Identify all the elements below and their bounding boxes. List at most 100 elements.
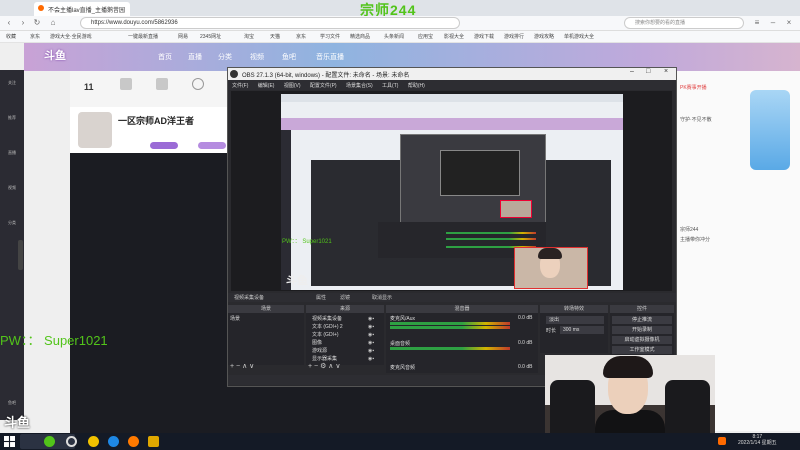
clock-icon[interactable] xyxy=(192,78,204,90)
scene-add-remove-icon[interactable]: + − ∧ ∨ xyxy=(230,362,254,370)
sidebar-scroll-handle[interactable] xyxy=(18,240,23,270)
bookmark-item[interactable]: 游戏下载 xyxy=(474,33,494,40)
sidebar-item-video[interactable]: 视频 xyxy=(3,185,21,199)
stop-streaming-button[interactable]: 停止推流 xyxy=(612,316,672,324)
bookmark-item[interactable]: 游戏排行 xyxy=(504,33,524,40)
mixer-dock-header: 混音器 xyxy=(386,305,538,313)
anchor-name[interactable]: 一区宗师AD洋王者 xyxy=(118,114,194,127)
source-item[interactable]: 视频采集设备 xyxy=(312,315,342,322)
filters-button[interactable]: 滤镜 xyxy=(340,294,350,301)
info-count: 11 xyxy=(84,82,94,92)
sources-dock-header: 来源 xyxy=(306,305,384,313)
bookmark-item[interactable]: 淘宝 xyxy=(244,33,254,40)
obs-menu-help[interactable]: 帮助(H) xyxy=(408,83,425,89)
obs-menu-profile[interactable]: 配置文件(P) xyxy=(310,83,337,89)
bookmark-item[interactable]: 京东 xyxy=(30,33,40,40)
avatar[interactable] xyxy=(78,112,112,148)
controls-dock-header: 控件 xyxy=(610,305,674,313)
mixer-track-label: 麦克风/Aux xyxy=(390,316,416,322)
source-item[interactable]: 文本 (GDI+) xyxy=(312,331,339,338)
obs-maximize-icon[interactable]: □ xyxy=(646,68,650,75)
app-icon[interactable] xyxy=(128,436,139,447)
edge-icon[interactable] xyxy=(108,436,119,447)
nav-live[interactable]: 直播 xyxy=(188,52,202,62)
duration-label: 时长 xyxy=(546,328,557,334)
douyu-logo[interactable]: 斗鱼 xyxy=(44,47,66,63)
minimize-icon[interactable]: – xyxy=(768,18,778,28)
refresh-icon[interactable]: ↻ xyxy=(32,18,42,28)
bookmark-item[interactable]: 游戏攻略 xyxy=(534,33,554,40)
source-add-remove-icon[interactable]: + − ⚙ ∧ ∨ xyxy=(308,362,340,370)
bookmark-item[interactable]: 精选商品 xyxy=(350,33,370,40)
home-icon[interactable]: ⌂ xyxy=(48,18,58,28)
bookmark-item[interactable]: 头条新闻 xyxy=(384,33,404,40)
bookmark-item[interactable]: 一键最新直播 xyxy=(128,33,158,40)
audio-meter xyxy=(390,347,510,350)
screen: 不会主播lav直播_主播鹅昔园 宗师244 ‹ › ↻ ⌂ https://ww… xyxy=(0,0,800,450)
eye-lock-icons[interactable]: ◉▪ ◉▪ ◉▪ ◉▪ ◉▪ ◉▪ xyxy=(368,315,374,363)
back-icon[interactable]: ‹ xyxy=(4,18,14,28)
sidebar-item-category[interactable]: 分类 xyxy=(3,220,21,234)
bookmark-item[interactable]: 网易 xyxy=(178,33,188,40)
properties-button[interactable]: 属性 xyxy=(316,294,326,301)
nav-music[interactable]: 音乐直播 xyxy=(316,52,344,62)
duration-input[interactable]: 300 ms xyxy=(560,326,604,334)
sidebar-item-recommend[interactable]: 推荐 xyxy=(3,115,21,129)
address-bar[interactable]: https://www.douyu.com/5862936 xyxy=(80,17,460,29)
browser-search-input[interactable]: 搜索你想要的看的直播 xyxy=(624,17,744,29)
event-banner[interactable] xyxy=(750,90,790,170)
folder-icon[interactable] xyxy=(148,436,159,447)
close-icon[interactable]: × xyxy=(784,18,794,28)
nested-obs-preview xyxy=(440,150,520,196)
obs-menu-scene-collection[interactable]: 场景集合(S) xyxy=(346,83,373,89)
transition-select[interactable]: 淡出 xyxy=(546,316,604,324)
obs-minimize-icon[interactable]: – xyxy=(630,68,634,75)
bookmark-item[interactable]: 应用宝 xyxy=(418,33,433,40)
scene-item[interactable]: 场景 xyxy=(230,315,240,322)
obs-menu-tools[interactable]: 工具(T) xyxy=(382,83,398,89)
bookmark-item[interactable]: 单机游戏大全 xyxy=(564,33,594,40)
bookmark-item[interactable]: 游戏大全·全民游戏 xyxy=(50,33,92,40)
right-text: PK赛事开播 xyxy=(680,85,707,91)
taskbar-clock[interactable]: 8:17 2022/1/14 星期五 xyxy=(738,434,777,446)
start-recording-button[interactable]: 开始录制 xyxy=(612,326,672,334)
forward-icon[interactable]: › xyxy=(18,18,28,28)
bookmark-item[interactable]: 天猫 xyxy=(270,33,280,40)
menu-icon[interactable]: ≡ xyxy=(752,18,762,28)
bookmark-item[interactable]: 学习文件 xyxy=(320,33,340,40)
task-icon[interactable] xyxy=(156,78,168,90)
browser-tab[interactable]: 不会主播lav直播_主播鹅昔园 xyxy=(34,2,130,16)
tray-icon[interactable] xyxy=(718,437,726,445)
bookmark-item[interactable]: 收藏 xyxy=(6,33,16,40)
browser-app-icon[interactable] xyxy=(88,436,99,447)
obs-menu-file[interactable]: 文件(F) xyxy=(232,83,248,89)
windows-start-icon[interactable] xyxy=(4,436,15,447)
nav-home[interactable]: 首页 xyxy=(158,52,172,62)
obs-close-icon[interactable]: × xyxy=(664,68,668,75)
nav-video[interactable]: 视频 xyxy=(250,52,264,62)
bookmark-item[interactable]: 京东 xyxy=(296,33,306,40)
hide-button[interactable]: 取消显示 xyxy=(372,294,392,301)
source-item[interactable]: 图像 xyxy=(312,339,322,346)
virtual-camera-button[interactable]: 启动虚拟摄像机 xyxy=(612,336,672,344)
obs-menu-view[interactable]: 视图(V) xyxy=(284,83,301,89)
preview-logo: 斗鱼 xyxy=(286,275,308,287)
sidebar-item-follow[interactable]: 关注 xyxy=(3,80,21,94)
nav-yuba[interactable]: 鱼吧 xyxy=(282,52,296,62)
source-item[interactable]: 游戏源 xyxy=(312,347,327,354)
gift-icon[interactable] xyxy=(120,78,132,90)
nav-category[interactable]: 分类 xyxy=(218,52,232,62)
source-item[interactable]: 文本 (GDI+) 2 xyxy=(312,323,343,330)
source-item[interactable]: 显示器采集 xyxy=(312,355,337,362)
studio-mode-button[interactable]: 工作室模式 xyxy=(612,346,672,354)
search-icon[interactable] xyxy=(66,436,77,447)
obs-menu-edit[interactable]: 编辑(E) xyxy=(258,83,275,89)
sidebar-item-live[interactable]: 直播 xyxy=(3,150,21,164)
green-app-icon[interactable] xyxy=(44,436,55,447)
level-badge xyxy=(150,142,178,149)
webcam-hair xyxy=(603,356,653,378)
nested-tabbar xyxy=(281,94,623,102)
bookmark-item[interactable]: 2345网址 xyxy=(200,33,221,40)
bookmark-item[interactable]: 影视大全 xyxy=(444,33,464,40)
nested-meter xyxy=(446,238,536,240)
